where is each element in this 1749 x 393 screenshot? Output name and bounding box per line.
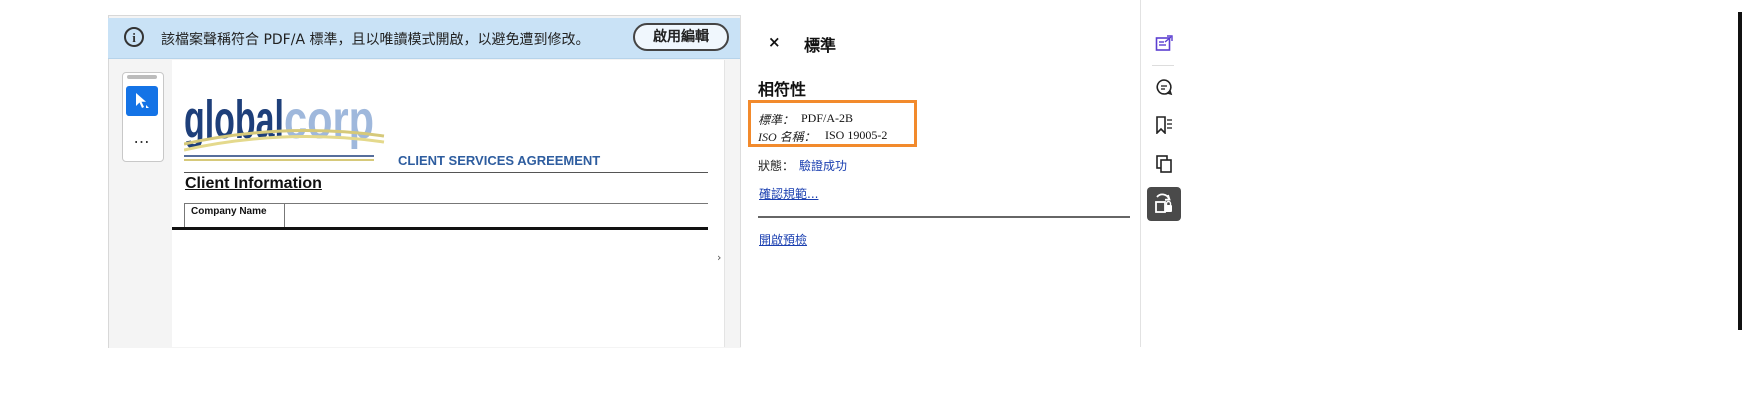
close-icon[interactable]: × [768,33,781,51]
window-edge [1738,12,1742,330]
cursor-arrow-icon [136,93,149,108]
standards-icon [1155,193,1172,213]
svg-text:corp: corp [284,92,374,150]
table-bottom-rule [172,227,708,230]
comment-icon [1156,79,1173,96]
standard-value: PDF/A-2B [801,111,854,125]
edit-pdf-icon [1155,35,1173,51]
standards-button[interactable] [1147,187,1181,221]
info-message: 該檔案聲稱符合 PDF/A 標準，且以唯讀模式開啟，以避免遭到修改。 [161,32,590,48]
info-icon: i [124,27,144,47]
rail-separator [1152,65,1174,66]
standard-label: 標準： [758,113,795,127]
select-tool-button[interactable] [126,86,158,116]
globalcorp-logo: global corp [184,92,385,161]
status-label: 狀態： [758,159,795,173]
open-preflight-link[interactable]: 開啟預檢 [759,231,807,248]
company-name-label: Company Name [191,206,267,217]
edit-pdf-button[interactable] [1149,29,1179,59]
panel-title: 標準 [804,36,837,55]
conformance-section-title: 相符性 [758,80,807,99]
pages-button[interactable] [1149,149,1179,179]
bookmark-icon [1156,116,1172,134]
verify-conformance-link[interactable]: 確認規範... [759,185,818,202]
collapse-panel-arrow-icon[interactable]: › [717,251,721,264]
iso-name-label: ISO 名稱： [758,130,816,144]
status-value: 驗證成功 [799,159,848,173]
toolbar-grip-handle[interactable] [127,75,157,79]
pages-icon [1156,155,1172,173]
comment-button[interactable] [1149,72,1179,102]
standards-panel [740,15,1141,347]
iso-name-value: ISO 19005-2 [825,128,888,142]
panel-divider [758,216,1130,218]
divider [184,172,708,173]
vertical-scrollbar[interactable] [724,60,741,347]
agreement-title: CLIENT SERVICES AGREEMENT [398,153,601,168]
client-information-heading: Client Information [185,175,322,192]
enable-edit-button[interactable]: 啟用編輯 [633,23,729,51]
more-tools-button[interactable]: … [126,128,158,148]
bookmarks-button[interactable] [1149,110,1179,140]
